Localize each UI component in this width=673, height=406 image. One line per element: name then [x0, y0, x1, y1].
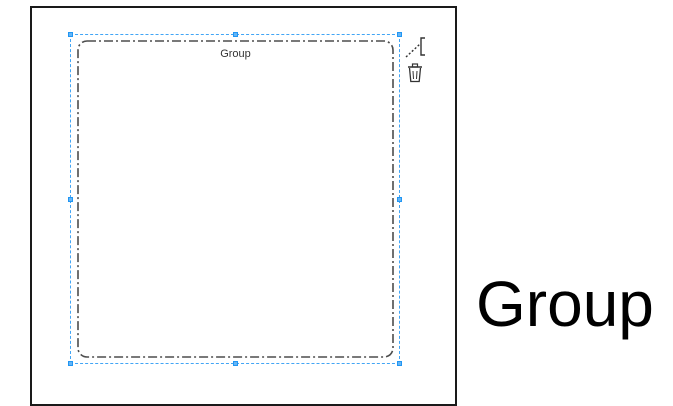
- resize-handle-bottom-right[interactable]: [397, 361, 402, 366]
- resize-handle-bottom-left[interactable]: [68, 361, 73, 366]
- resize-handle-bottom-center[interactable]: [233, 361, 238, 366]
- trash-icon[interactable]: [406, 63, 424, 83]
- caption-text: Group: [476, 268, 654, 340]
- connector-icon[interactable]: [404, 36, 428, 60]
- selection-box[interactable]: [70, 34, 400, 364]
- resize-handle-middle-left[interactable]: [68, 197, 73, 202]
- resize-handle-middle-right[interactable]: [397, 197, 402, 202]
- resize-handle-top-left[interactable]: [68, 32, 73, 37]
- resize-handle-top-right[interactable]: [397, 32, 402, 37]
- resize-handle-top-center[interactable]: [233, 32, 238, 37]
